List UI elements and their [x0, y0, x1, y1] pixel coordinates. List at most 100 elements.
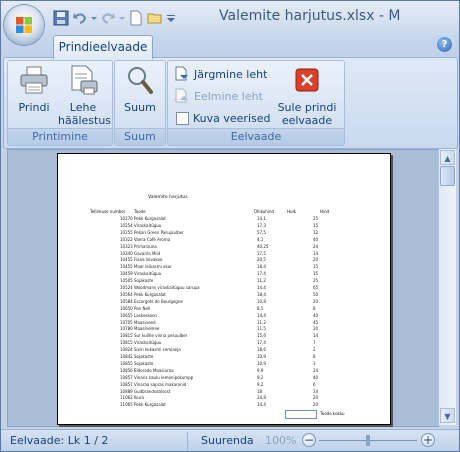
row-product-name: Pekan Green Pasujaulber	[134, 229, 184, 235]
previous-page-button[interactable]: Eelmine leht	[174, 87, 263, 105]
row-product-name: Ikura	[134, 395, 145, 401]
row-order-id: 10340	[120, 250, 133, 256]
row-unit-price: 17,4	[257, 271, 266, 277]
undo-dropdown-icon[interactable]	[91, 10, 97, 26]
row-qty: 65	[313, 285, 319, 290]
row-qty: 12	[313, 229, 319, 235]
table-row: 10322 Vaera Café Aroma 4,1 40	[58, 237, 390, 243]
checkbox-icon	[176, 111, 189, 125]
row-unit-price: 14,4	[257, 402, 266, 408]
vertical-scrollbar[interactable]: ▲ ▼	[438, 149, 456, 425]
row-product-name: Viraskaitüguu	[134, 340, 162, 346]
row-qty: 40	[313, 312, 319, 318]
table-row: 10780 Maasinemee 11,5 20	[58, 326, 390, 332]
header-discount: Hulk	[287, 209, 296, 214]
redo-dropdown-icon[interactable]	[119, 10, 125, 26]
header-unit-price: Ühikuhind	[254, 209, 275, 214]
row-product-name: Pan Nell	[134, 305, 151, 311]
show-margins-label: Kuva veerised	[193, 111, 271, 125]
table-row: 10824 Sixin leikasmi semiaeja 18,6 2	[58, 347, 390, 353]
zoom-in-label[interactable]: Suurenda	[201, 434, 254, 447]
row-unit-price: 17,3	[257, 222, 266, 228]
sheet-title: Valemite harjutus	[148, 195, 188, 200]
page-setup-icon	[71, 65, 98, 95]
total-label: Toode kokku	[320, 411, 345, 416]
row-order-id: 10505	[120, 278, 133, 284]
row-order-id: 10459	[120, 271, 133, 277]
zoom-percentage[interactable]: 100%	[265, 434, 296, 447]
status-divider	[187, 432, 188, 450]
row-unit-price: 10,9	[257, 360, 266, 366]
undo-icon[interactable]	[72, 10, 88, 26]
table-row: 10584 Escargots de Bourgogne 10,8 20	[58, 299, 390, 305]
zoom-button[interactable]: Suum	[118, 64, 162, 114]
row-unit-price: 14,1	[257, 216, 266, 221]
row-product-name: Maasineed	[134, 319, 156, 325]
row-product-name: Viraskaitüguu	[134, 222, 162, 228]
row-qty: 40	[313, 374, 319, 380]
row-product-name: Gudbrandsdalsost	[134, 388, 171, 394]
zoom-out-icon[interactable]: −	[302, 433, 316, 447]
page-setup-button[interactable]: Lehe häälestus	[58, 64, 111, 127]
row-order-id: 10842	[120, 354, 133, 359]
row-qty: 20	[313, 298, 319, 304]
row-order-id: 10815	[120, 340, 133, 346]
row-order-id: 10254	[120, 222, 133, 228]
row-product-name: Vinaris kaulu lemonipokumpp	[134, 374, 194, 380]
table-row: 10842 Sojakaste 10,9 8	[58, 354, 390, 360]
show-margins-checkbox[interactable]: Kuva veerised	[176, 109, 271, 127]
scroll-thumb[interactable]	[440, 166, 455, 186]
row-order-id: 10857	[120, 381, 133, 387]
row-qty: 3	[313, 360, 316, 366]
row-order-id: 10889	[120, 388, 133, 394]
help-icon[interactable]: ?	[437, 37, 452, 52]
row-product-name: Vaera Café Aroma	[134, 236, 171, 242]
row-order-id: 11062	[120, 395, 133, 401]
close-print-preview-button[interactable]: Sule prindi eelvaade	[274, 64, 340, 127]
preview-page[interactable]: Valemite harjutus Tellimuse number Toode…	[57, 153, 391, 425]
row-order-id: 10455	[120, 264, 133, 270]
new-document-icon[interactable]	[128, 10, 144, 26]
selected-cell	[285, 410, 317, 419]
row-order-id: 10650	[120, 305, 133, 311]
table-row: 11062 Ikura 24,8 20	[58, 395, 390, 401]
table-row: 11065 Pekk Kurgasalat 14,4 20	[58, 402, 390, 408]
row-order-id: 10270	[120, 216, 133, 221]
table-row: 10524 Woodmans viraskaitüguu sarupa 14,4 65	[58, 285, 390, 291]
row-product-name: Gavarila Miid	[134, 250, 161, 256]
excel-window: Valemite harjutus.xlsx - M Prindieelvaad…	[0, 0, 460, 452]
page-setup-label-line1: Lehe	[69, 101, 97, 114]
row-unit-price: 20,5	[257, 257, 266, 263]
row-unit-price: 8,5	[257, 305, 264, 311]
tab-print-preview[interactable]: Prindieelvaade	[53, 35, 153, 59]
row-order-id: 10255	[120, 229, 133, 235]
redo-icon[interactable]	[100, 10, 116, 26]
row-qty: 7	[313, 340, 316, 346]
row-qty: 24	[313, 243, 319, 249]
open-folder-icon[interactable]	[147, 10, 163, 26]
row-order-id: 10780	[120, 326, 133, 332]
scroll-up-icon[interactable]: ▲	[440, 150, 455, 165]
previous-page-icon	[175, 88, 188, 103]
row-qty: 14	[313, 333, 319, 339]
next-page-button[interactable]: Järgmine leht	[174, 65, 267, 83]
row-product-name: Sojakaste	[134, 360, 154, 366]
scroll-down-icon[interactable]: ▼	[440, 408, 455, 423]
row-unit-price: 14,4	[257, 285, 266, 290]
office-button[interactable]	[4, 5, 44, 45]
row-unit-price: 14,4	[257, 312, 266, 318]
row-unit-price: 40,25	[257, 243, 269, 249]
row-qty: 2	[313, 347, 316, 353]
zoom-slider-thumb[interactable]	[366, 435, 370, 446]
save-icon[interactable]	[53, 10, 69, 26]
group-preview: Järgmine leht Eelmine leht Kuva veerised…	[167, 60, 345, 146]
row-order-id: 10855	[120, 360, 133, 366]
row-unit-price: 15,6	[257, 333, 266, 339]
qat-customize-icon[interactable]	[166, 10, 176, 26]
zoom-in-icon[interactable]: +	[421, 433, 435, 447]
page-info: Eelvaade: Lk 1 / 2	[10, 434, 109, 447]
print-button[interactable]: Prindi	[12, 64, 56, 114]
printer-icon	[20, 66, 48, 94]
row-product-name: Sojakaste	[134, 354, 154, 359]
ribbon: Prindi Lehe häälestus Printimine Suum Su…	[3, 57, 458, 149]
